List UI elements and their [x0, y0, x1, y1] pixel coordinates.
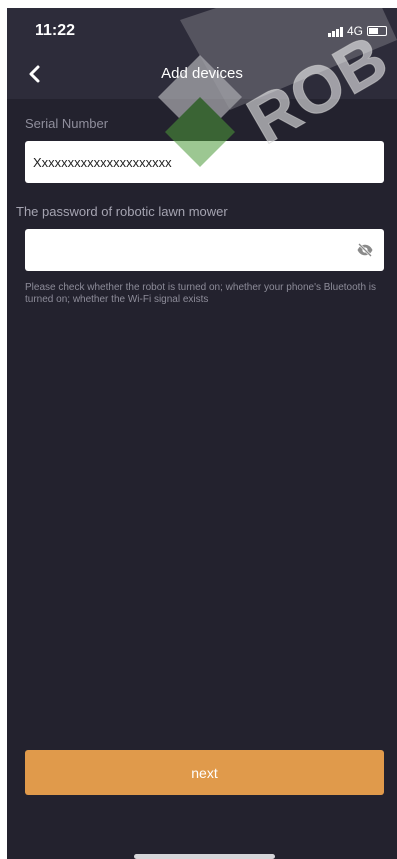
network-type: 4G	[346, 24, 363, 38]
password-input[interactable]	[33, 242, 348, 258]
connection-help-text: Please check whether the robot is turned…	[25, 282, 377, 305]
page-title: Add devices	[161, 65, 243, 82]
next-button[interactable]: next	[25, 750, 384, 795]
app-header: 11:22 4G Add devices	[7, 8, 397, 99]
password-label: The password of robotic lawn mower	[16, 204, 228, 219]
eye-off-icon	[357, 243, 373, 257]
home-indicator	[134, 854, 275, 859]
battery-icon	[367, 26, 387, 36]
password-field[interactable]	[25, 229, 384, 271]
phone-screen: 11:22 4G Add devices Serial Number The p…	[7, 8, 397, 859]
signal-icon	[327, 26, 343, 37]
serial-number-label: Serial Number	[25, 116, 109, 131]
serial-number-field[interactable]	[25, 141, 384, 183]
status-time: 11:22	[35, 22, 76, 39]
serial-number-input[interactable]	[33, 154, 376, 170]
password-visibility-toggle[interactable]	[354, 239, 376, 261]
status-indicators: 4G	[327, 24, 387, 38]
